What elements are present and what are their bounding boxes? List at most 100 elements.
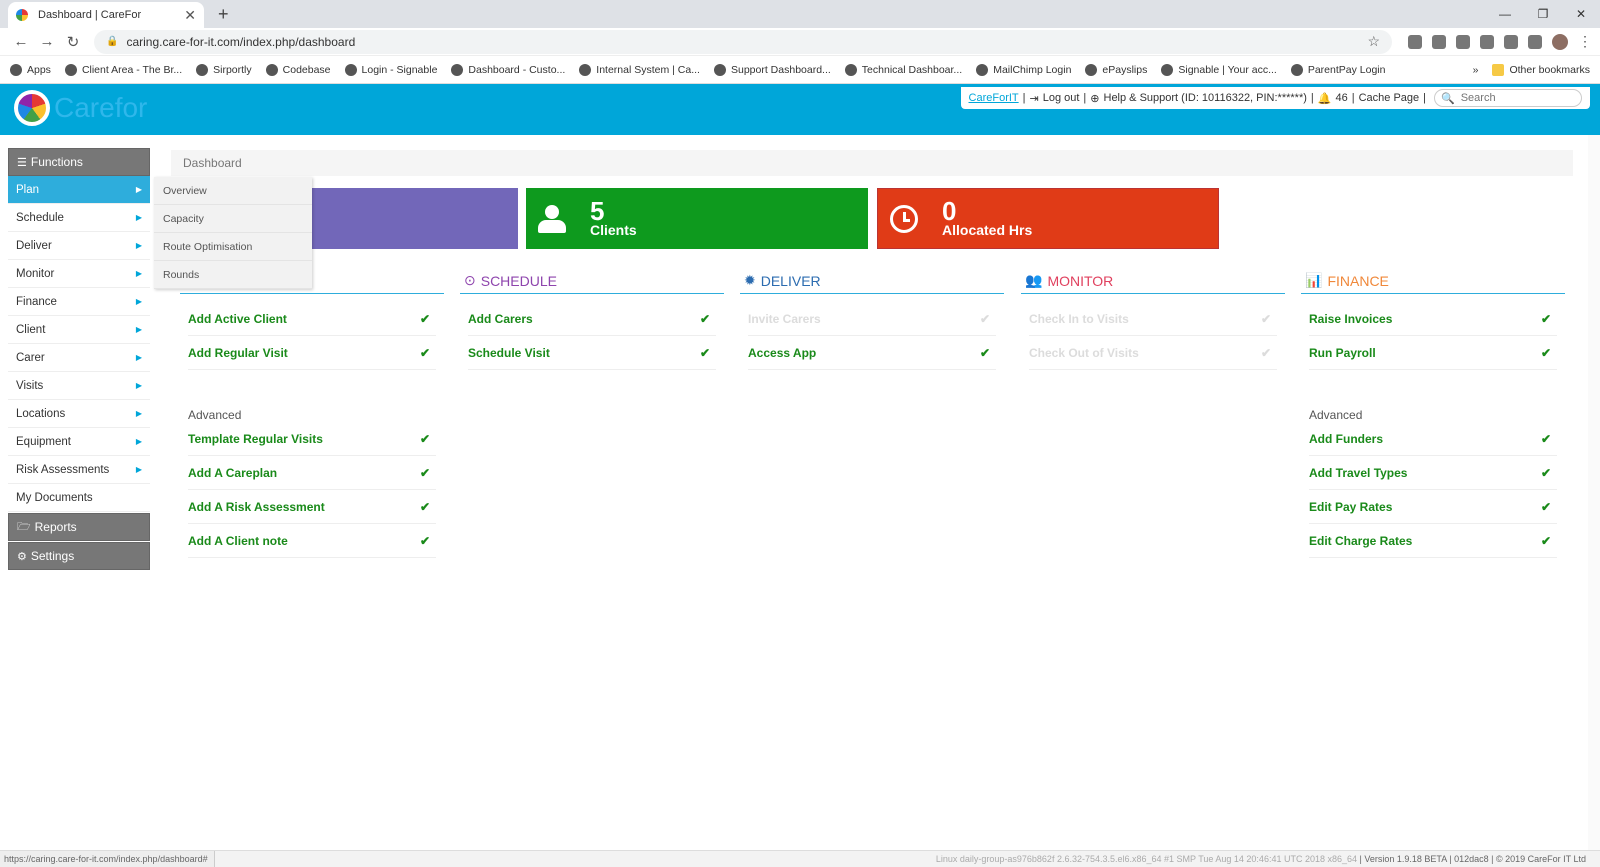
schedule-action-schedule-visit[interactable]: Schedule Visit ✔ xyxy=(468,336,716,370)
schedule-column: ⊙ SCHEDULE Add Carers ✔ Schedule Visit ✔ xyxy=(460,268,724,370)
build-text: 012dac8 xyxy=(1454,854,1489,864)
plan-action-add-regular-visit[interactable]: Add Regular Visit ✔ xyxy=(188,336,436,370)
sidebar-item-risk-assessments[interactable]: Risk Assessments ▶ xyxy=(8,456,150,484)
bookmark-item[interactable]: Dashboard - Custo... xyxy=(451,63,565,76)
bookmark-item[interactable]: ParentPay Login xyxy=(1290,63,1385,76)
finance-action-edit-charge-rates[interactable]: Edit Charge Rates ✔ xyxy=(1309,524,1557,558)
extension-icon[interactable] xyxy=(1480,34,1494,49)
sidebar-item-locations[interactable]: Locations ▶ xyxy=(8,400,150,428)
search-input[interactable] xyxy=(1460,92,1575,104)
schedule-action-add-carers[interactable]: Add Carers ✔ xyxy=(468,302,716,336)
bookmark-item[interactable]: Codebase xyxy=(265,63,331,76)
close-window-icon[interactable]: ✕ xyxy=(1562,0,1600,28)
folder-open-icon: 🗁 xyxy=(17,520,31,533)
breadcrumb-dashboard: Dashboard xyxy=(183,156,242,170)
sidebar-item-equipment[interactable]: Equipment ▶ xyxy=(8,428,150,456)
other-bookmarks-folder[interactable]: Other bookmarks xyxy=(1492,63,1590,76)
version-text: Version 1.9.18 BETA xyxy=(1364,854,1447,864)
settings-header[interactable]: ⚙ Settings xyxy=(8,542,150,570)
extension-icon[interactable] xyxy=(1528,34,1542,49)
schedule-column-header: ⊙ SCHEDULE xyxy=(460,268,724,294)
bookmark-item[interactable]: Internal System | Ca... xyxy=(579,63,700,76)
plan-action-add-active-client[interactable]: Add Active Client ✔ xyxy=(188,302,436,336)
plan-action-add-client-note[interactable]: Add A Client note ✔ xyxy=(188,524,436,558)
submenu-item-overview[interactable]: Overview xyxy=(154,177,312,205)
reload-icon[interactable]: ↻ xyxy=(60,33,86,51)
finance-action-run-payroll[interactable]: Run Payroll ✔ xyxy=(1309,336,1557,370)
cache-page-link[interactable]: Cache Page xyxy=(1359,92,1420,104)
sidebar-item-plan[interactable]: Plan ▶ xyxy=(8,176,150,204)
logout-icon[interactable]: ⇥ xyxy=(1030,92,1039,105)
search-box[interactable]: 🔍 xyxy=(1434,89,1582,107)
extension-icon[interactable] xyxy=(1432,34,1446,49)
bookmark-favicon-icon xyxy=(196,63,209,76)
chevron-right-icon: ▶ xyxy=(135,381,142,390)
stat-tile-clients[interactable]: 5 Clients xyxy=(526,188,868,249)
sidebar-item-schedule[interactable]: Schedule ▶ xyxy=(8,204,150,232)
profile-avatar[interactable] xyxy=(1552,33,1568,50)
url-text: caring.care-for-it.com/index.php/dashboa… xyxy=(126,34,356,49)
reports-header[interactable]: 🗁 Reports xyxy=(8,513,150,541)
stat-tile-purple[interactable] xyxy=(308,188,518,249)
back-icon[interactable]: ← xyxy=(8,33,34,50)
finance-action-add-funders[interactable]: Add Funders ✔ xyxy=(1309,422,1557,456)
logout-link[interactable]: Log out xyxy=(1043,92,1080,104)
address-bar[interactable]: 🔒 caring.care-for-it.com/index.php/dashb… xyxy=(94,29,1392,54)
user-link[interactable]: CareForIT xyxy=(969,92,1019,104)
chevron-right-icon: ▶ xyxy=(135,185,142,194)
bookmark-item[interactable]: Support Dashboard... xyxy=(713,63,831,76)
sidebar-item-my-documents[interactable]: My Documents xyxy=(8,484,150,512)
bookmark-item[interactable]: Sirportly xyxy=(196,63,252,76)
bookmark-item[interactable]: Client Area - The Br... xyxy=(64,63,182,76)
bell-icon[interactable]: 🔔 xyxy=(1318,92,1332,105)
breadcrumb: Dashboard xyxy=(171,150,1573,176)
sidebar-item-deliver[interactable]: Deliver ▶ xyxy=(8,232,150,260)
bookmark-apps[interactable]: Apps xyxy=(10,63,51,76)
deliver-action-access-app[interactable]: Access App ✔ xyxy=(748,336,996,370)
plan-column: Add Active Client ✔ Add Regular Visit ✔ Ad… xyxy=(180,268,444,558)
stat-tile-allocated-hours[interactable]: 0 Allocated Hrs xyxy=(877,188,1219,249)
check-icon: ✔ xyxy=(699,345,710,360)
lock-icon[interactable]: 🔒 xyxy=(106,36,118,47)
minimize-icon[interactable]: — xyxy=(1486,0,1524,28)
plan-action-template-regular-visits[interactable]: Template Regular Visits ✔ xyxy=(188,422,436,456)
submenu-item-rounds[interactable]: Rounds xyxy=(154,261,312,289)
forward-icon[interactable]: → xyxy=(34,33,60,50)
sidebar-item-visits[interactable]: Visits ▶ xyxy=(8,372,150,400)
plan-action-add-careplan[interactable]: Add A Careplan ✔ xyxy=(188,456,436,490)
functions-header[interactable]: ☰ Functions xyxy=(8,148,150,176)
bookmark-item[interactable]: MailChimp Login xyxy=(976,63,1071,76)
bookmark-favicon-icon xyxy=(1161,63,1174,76)
submenu-item-route-optimisation[interactable]: Route Optimisation xyxy=(154,233,312,261)
new-tab-button[interactable]: + xyxy=(218,4,229,25)
finance-action-edit-pay-rates[interactable]: Edit Pay Rates ✔ xyxy=(1309,490,1557,524)
page-scrollbar[interactable] xyxy=(1588,135,1600,850)
tab-close-icon[interactable]: ✕ xyxy=(184,7,196,24)
help-support-link[interactable]: Help & Support (ID: 10116322, PIN:******… xyxy=(1104,92,1307,104)
extension-icon[interactable] xyxy=(1504,34,1518,49)
submenu-item-capacity[interactable]: Capacity xyxy=(154,205,312,233)
bookmark-item[interactable]: ePayslips xyxy=(1085,63,1147,76)
carefor-logo[interactable]: Carefor xyxy=(14,90,147,126)
sidebar-item-finance[interactable]: Finance ▶ xyxy=(8,288,150,316)
gear-icon: ✹ xyxy=(744,272,756,288)
browser-menu-icon[interactable]: ⋮ xyxy=(1578,33,1592,50)
sidebar-item-client[interactable]: Client ▶ xyxy=(8,316,150,344)
bookmark-item[interactable]: Signable | Your acc... xyxy=(1161,63,1277,76)
sidebar-item-monitor[interactable]: Monitor ▶ xyxy=(8,260,150,288)
bookmark-item[interactable]: Technical Dashboar... xyxy=(844,63,962,76)
notification-count[interactable]: 46 xyxy=(1335,92,1347,104)
finance-action-raise-invoices[interactable]: Raise Invoices ✔ xyxy=(1309,302,1557,336)
restore-icon[interactable]: ❐ xyxy=(1524,0,1562,28)
bookmark-item[interactable]: Login - Signable xyxy=(344,63,437,76)
extension-icon[interactable] xyxy=(1408,34,1422,49)
chevron-right-icon: ▶ xyxy=(135,269,142,278)
extension-icon[interactable] xyxy=(1456,34,1470,49)
finance-action-add-travel-types[interactable]: Add Travel Types ✔ xyxy=(1309,456,1557,490)
bookmarks-overflow-button[interactable]: » xyxy=(1473,64,1479,76)
sidebar-item-carer[interactable]: Carer ▶ xyxy=(8,344,150,372)
check-icon: ✔ xyxy=(1260,345,1271,360)
plan-action-add-risk-assessment[interactable]: Add A Risk Assessment ✔ xyxy=(188,490,436,524)
bookmark-star-icon[interactable]: ☆ xyxy=(1367,33,1380,50)
browser-tab[interactable]: Dashboard | CareFor ✕ xyxy=(8,2,204,28)
